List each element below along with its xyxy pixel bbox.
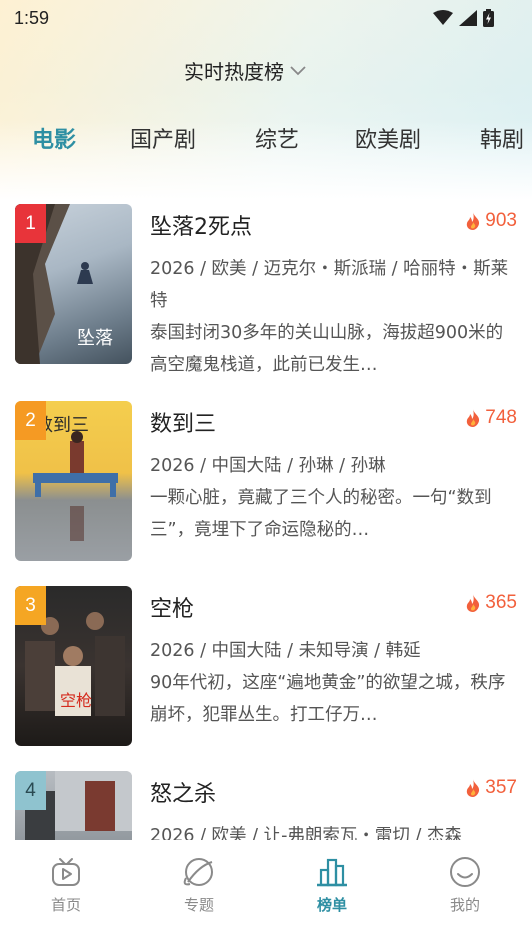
list-item[interactable]: 空枪 3 空枪 365 2026 / 中国大陆 / 未知导演 / 韩延 90年代… [0,582,532,747]
planet-icon [183,858,213,886]
heat-score: 748 [465,407,517,429]
ranking-list: 坠落 1 坠落2死点 903 2026 / 欧美 / 迈克尔・斯派瑞 / 哈丽特… [0,200,532,840]
nav-label: 首页 [50,896,81,914]
heat-score: 357 [465,777,517,799]
nav-topics[interactable]: 专题 [159,856,239,915]
rank-badge: 1 [15,204,46,243]
item-description: 90年代初，这座“遍地黄金”的欲望之城，秩序崩坏，犯罪丛生。打工仔万… [150,673,506,725]
item-meta: 2026 / 中国大陆 / 未知导演 / 韩延 [150,641,421,661]
nav-label: 我的 [449,896,480,914]
fire-icon [467,779,480,797]
fire-icon [467,409,480,427]
svg-text:空枪: 空枪 [60,691,92,710]
smile-icon [450,857,480,887]
heat-score: 903 [465,210,517,232]
heat-score: 365 [465,592,517,614]
nav-ranking[interactable]: 榜单 [292,856,372,915]
nav-profile[interactable]: 我的 [425,856,505,915]
tab-western-drama[interactable]: 欧美剧 [355,122,421,154]
rank-badge: 2 [15,401,46,440]
wifi-icon [433,10,453,25]
heat-value: 903 [485,210,517,231]
tab-variety[interactable]: 综艺 [255,122,299,154]
signal-icon [459,10,477,26]
page-title: 实时热度榜 [184,60,284,84]
nav-label: 榜单 [316,896,347,914]
category-tabs: 电影 国产剧 综艺 欧美剧 韩剧 [0,118,532,162]
poster-image: 坠落 1 [15,204,132,364]
chevron-down-icon [290,65,306,75]
poster-image: 数到三 2 [15,401,132,561]
item-title: 数到三 [150,412,217,437]
tab-domestic-drama[interactable]: 国产剧 [130,122,196,154]
list-item[interactable]: 坠落 1 坠落2死点 903 2026 / 欧美 / 迈克尔・斯派瑞 / 哈丽特… [0,200,532,375]
bottom-nav: 首页 专题 榜单 我的 [0,840,532,946]
heat-value: 357 [485,777,517,798]
item-description: 泰国封闭30多年的关山山脉，海拔超900米的高空魔鬼栈道，此前已发生… [150,323,504,375]
heat-value: 365 [485,592,517,613]
status-bar: 1:59 [0,0,532,36]
status-icons [433,9,494,27]
list-item[interactable]: 4 怒之杀 357 2026 / 欧美 / 让-弗朗索瓦・雷切 / 杰森 [0,767,532,840]
battery-icon [483,9,494,27]
nav-home[interactable]: 首页 [26,856,106,915]
item-title: 坠落2死点 [150,215,252,240]
status-time: 1:59 [14,8,50,28]
poster-image: 空枪 3 [15,586,132,746]
list-item[interactable]: 数到三 2 数到三 748 2026 / 中国大陆 / 孙琳 / 孙琳 一颗心脏… [0,397,532,562]
svg-text:坠落: 坠落 [77,328,113,349]
item-description: 一颗心脏，竟藏了三个人的秘密。一句“数到三”，竟埋下了命运隐秘的… [150,488,492,540]
item-meta: 2026 / 中国大陆 / 孙琳 / 孙琳 [150,456,386,476]
rank-badge: 4 [15,771,46,810]
item-title: 空枪 [150,597,195,622]
fire-icon [467,212,480,230]
heat-value: 748 [485,407,517,428]
tv-icon [52,858,80,886]
item-title: 怒之杀 [150,782,217,807]
ranking-selector[interactable]: 实时热度榜 [0,56,532,85]
fire-icon [467,594,480,612]
chart-icon [317,858,347,887]
poster-image: 4 [15,771,132,840]
item-meta: 2026 / 欧美 / 让-弗朗索瓦・雷切 / 杰森 [150,826,462,840]
item-meta: 2026 / 欧美 / 迈克尔・斯派瑞 / 哈丽特・斯莱特 [150,259,509,311]
tab-korean-drama[interactable]: 韩剧 [480,122,524,154]
rank-badge: 3 [15,586,46,625]
nav-label: 专题 [183,896,214,914]
tab-movie[interactable]: 电影 [32,122,76,154]
